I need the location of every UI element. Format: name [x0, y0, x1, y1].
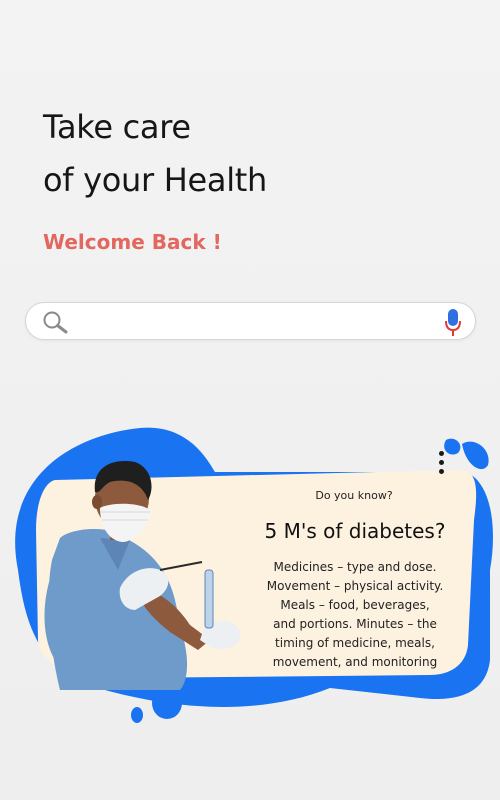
card-body-line: Meals – food, beverages,	[280, 598, 430, 612]
more-vertical-icon[interactable]	[439, 451, 447, 475]
card-heading: 5 M's of diabetes?	[264, 519, 446, 543]
card-body-line: and portions. Minutes – the	[273, 617, 437, 631]
app-screen: Take care of your Health Welcome Back !	[0, 0, 500, 800]
card-kicker: Do you know?	[315, 489, 393, 502]
search-bar[interactable]	[25, 302, 476, 340]
card-body-line: Medicines – type and dose.	[273, 560, 437, 574]
card-body-line: timing of medicine, meals,	[275, 636, 435, 650]
page-title-line-1: Take care	[43, 108, 191, 146]
card-body-line: movement, and monitoring	[272, 655, 438, 669]
microphone-icon[interactable]	[443, 308, 463, 338]
diabetes-tip-card: Do you know? 5 M's of diabetes? Medicine…	[0, 420, 500, 740]
welcome-message: Welcome Back !	[43, 230, 222, 254]
search-input[interactable]	[92, 307, 456, 337]
search-icon[interactable]	[41, 309, 69, 337]
card-body-line: Movement – physical activity.	[266, 579, 444, 593]
card-body: Medicines – type and dose. Movement – ph…	[255, 558, 455, 672]
page-title-line-2: of your Health	[43, 161, 268, 199]
